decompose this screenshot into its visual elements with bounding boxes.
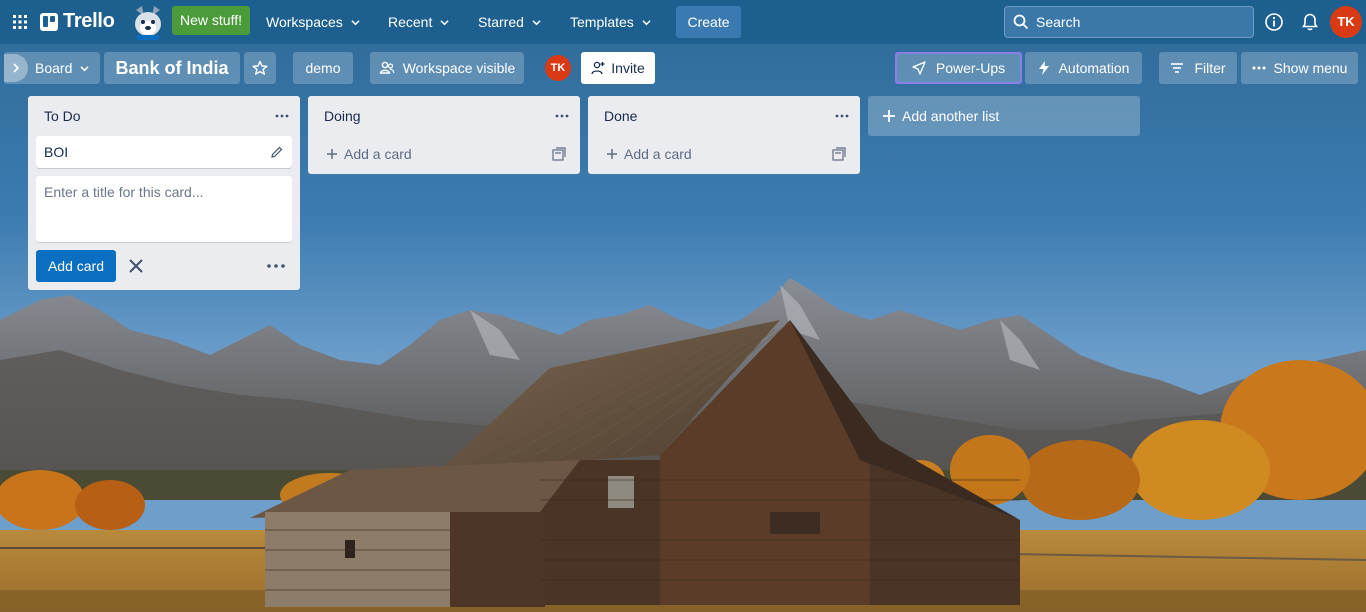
power-ups-button[interactable]: Power-Ups xyxy=(895,52,1022,84)
list-to-do: To Do BOI Add card xyxy=(28,96,300,290)
filter-button[interactable]: Filter xyxy=(1159,52,1237,84)
lightning-bolt-icon xyxy=(1038,61,1049,75)
chevron-down-icon xyxy=(642,19,651,25)
workspace-name: demo xyxy=(305,60,341,76)
board-member-avatar[interactable]: TK xyxy=(545,55,571,81)
chevron-down-icon xyxy=(351,19,360,25)
search-input[interactable]: Search xyxy=(1004,6,1254,38)
power-ups-label: Power-Ups xyxy=(935,60,1006,76)
add-user-icon xyxy=(591,61,605,75)
workspaces-label: Workspaces xyxy=(266,14,343,30)
account-avatar[interactable]: TK xyxy=(1330,6,1362,38)
filter-icon xyxy=(1171,63,1184,73)
show-menu-button[interactable]: Show menu xyxy=(1241,52,1358,84)
board-title-text: Bank of India xyxy=(115,58,229,78)
list-header: To Do xyxy=(28,96,300,136)
card-item[interactable]: BOI xyxy=(36,136,292,168)
taco-mascot-icon[interactable] xyxy=(128,4,168,42)
create-button[interactable]: Create xyxy=(676,6,741,38)
starred-label: Starred xyxy=(478,14,524,30)
plus-icon xyxy=(883,110,895,122)
invite-button[interactable]: Invite xyxy=(581,52,655,84)
more-dots-icon xyxy=(1252,66,1266,70)
card-composer xyxy=(36,176,292,242)
invite-label: Invite xyxy=(611,60,645,76)
templates-menu[interactable]: Templates xyxy=(564,8,657,36)
list-doing: Doing Add a card xyxy=(308,96,580,174)
top-navigation-bar: Trello New stuff! Workspaces Recent Star… xyxy=(0,0,1366,44)
list-actions-icon[interactable] xyxy=(834,108,850,124)
notifications-bell-icon[interactable] xyxy=(1300,12,1320,32)
add-card-label: Add a card xyxy=(344,146,412,162)
new-stuff-button[interactable]: New stuff! xyxy=(172,6,250,35)
recent-label: Recent xyxy=(388,14,433,30)
visibility-button[interactable]: Workspace visible xyxy=(370,52,524,84)
workspace-name-button[interactable]: demo xyxy=(293,52,353,84)
chevron-down-icon xyxy=(532,19,541,25)
list-title[interactable]: To Do xyxy=(44,108,81,124)
automation-label: Automation xyxy=(1058,60,1130,76)
info-icon[interactable] xyxy=(1264,12,1284,32)
list-title[interactable]: Done xyxy=(604,108,637,124)
show-menu-label: Show menu xyxy=(1273,60,1348,76)
more-options-icon[interactable] xyxy=(266,258,286,274)
list-header: Done xyxy=(588,96,860,136)
chevron-right-icon xyxy=(13,63,20,73)
composer-actions: Add card xyxy=(28,242,300,290)
board-title[interactable]: Bank of India xyxy=(104,52,240,84)
automation-button[interactable]: Automation xyxy=(1025,52,1142,84)
close-icon[interactable] xyxy=(126,256,146,276)
visibility-label: Workspace visible xyxy=(402,60,516,76)
search-icon xyxy=(1013,14,1029,30)
list-title[interactable]: Doing xyxy=(324,108,361,124)
trello-logo[interactable]: Trello xyxy=(40,10,115,33)
chevron-down-icon xyxy=(80,65,89,71)
plus-icon xyxy=(607,149,617,159)
add-another-list-button[interactable]: Add another list xyxy=(868,96,1140,136)
plus-icon xyxy=(327,149,337,159)
card-title: BOI xyxy=(44,144,69,160)
add-card-row[interactable]: Add a card xyxy=(308,136,580,172)
list-actions-icon[interactable] xyxy=(274,108,290,124)
filter-label: Filter xyxy=(1194,60,1226,76)
board-view-label: Board xyxy=(35,60,73,76)
workspace-users-icon xyxy=(379,61,395,74)
list-actions-icon[interactable] xyxy=(554,108,570,124)
create-from-template-icon[interactable] xyxy=(832,147,846,161)
rocket-icon xyxy=(912,61,926,75)
add-card-row[interactable]: Add a card xyxy=(588,136,860,172)
workspaces-menu[interactable]: Workspaces xyxy=(260,8,366,36)
add-card-button[interactable]: Add card xyxy=(36,250,116,282)
star-icon xyxy=(252,60,268,75)
add-another-list-label: Add another list xyxy=(902,108,1000,124)
chevron-down-icon xyxy=(440,19,449,25)
add-card-label: Add a card xyxy=(624,146,692,162)
card-title-input[interactable] xyxy=(44,184,284,234)
edit-pencil-icon[interactable] xyxy=(270,145,284,159)
trello-logo-text: Trello xyxy=(63,10,115,32)
list-done: Done Add a card xyxy=(588,96,860,174)
starred-menu[interactable]: Starred xyxy=(472,8,547,36)
search-label: Search xyxy=(1036,14,1081,30)
star-board-button[interactable] xyxy=(244,52,276,84)
app-switcher-icon[interactable] xyxy=(10,12,30,32)
list-header: Doing xyxy=(308,96,580,136)
recent-menu[interactable]: Recent xyxy=(382,8,455,36)
trello-logo-icon xyxy=(40,12,58,31)
templates-label: Templates xyxy=(570,14,634,30)
board-background-image xyxy=(0,0,1366,612)
create-from-template-icon[interactable] xyxy=(552,147,566,161)
